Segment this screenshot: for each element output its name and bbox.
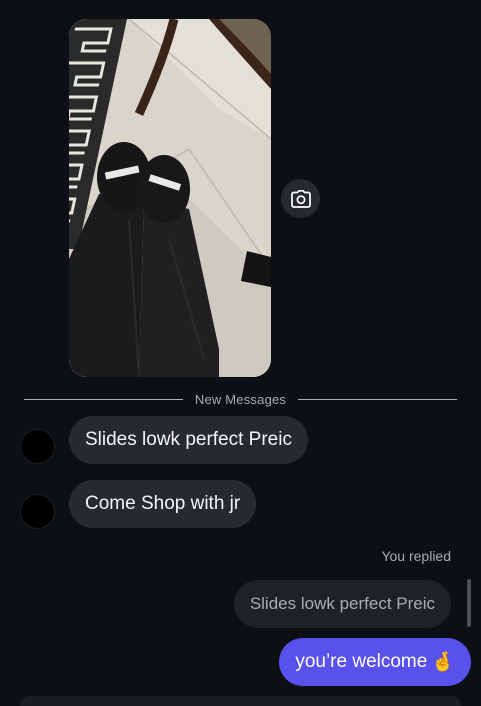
avatar[interactable]: [20, 494, 55, 529]
shared-photo[interactable]: [69, 19, 271, 377]
message-text: Slides lowk perfect Preic: [85, 429, 292, 450]
camera-button[interactable]: [281, 179, 320, 218]
quoted-text: Slides lowk perfect Preic: [249, 594, 435, 613]
message-text: you’re welcome: [295, 651, 428, 672]
incoming-message[interactable]: Come Shop with jr: [69, 480, 257, 528]
next-message-edge: [20, 696, 461, 706]
quoted-reply-message[interactable]: Slides lowk perfect Preic: [233, 580, 451, 628]
divider-line-right: [298, 398, 457, 400]
avatar[interactable]: [20, 429, 55, 464]
incoming-message[interactable]: Slides lowk perfect Preic: [69, 416, 308, 464]
divider-label: New Messages: [194, 391, 287, 407]
divider-line-left: [24, 398, 183, 400]
you-replied-label: You replied: [381, 548, 451, 564]
new-messages-divider: New Messages: [24, 389, 457, 409]
outgoing-message[interactable]: you’re welcome 🤞: [279, 638, 471, 686]
message-text: Come Shop with jr: [85, 493, 241, 514]
photo-image: [69, 19, 271, 377]
crossed-fingers-emoji: 🤞: [431, 652, 455, 673]
camera-icon: [290, 189, 311, 208]
reply-quote-bar: [467, 579, 471, 627]
